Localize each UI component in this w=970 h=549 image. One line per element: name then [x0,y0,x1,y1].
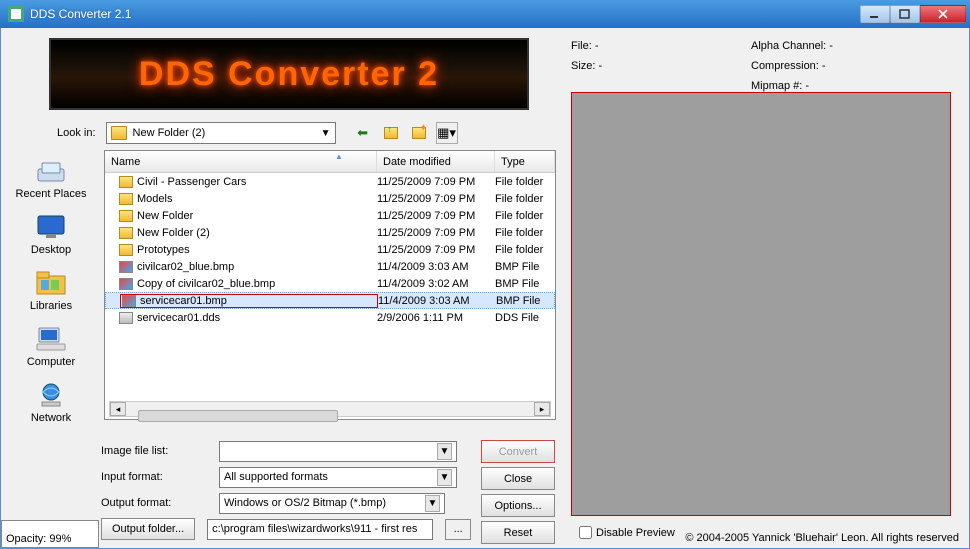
image-file-list-label: Image file list: [101,445,213,457]
places-bar: Recent Places Desktop Libraries Computer… [15,156,87,436]
bmp-icon [119,261,133,273]
folder-icon [119,210,133,222]
output-format-combobox[interactable]: Windows or OS/2 Bitmap (*.bmp) ▼ [219,493,445,514]
titlebar[interactable]: DDS Converter 2.1 [0,0,970,28]
convert-button[interactable]: Convert [481,440,555,463]
view-menu-button[interactable]: ▦▾ [436,122,458,144]
output-format-label: Output format: [101,497,213,509]
bmp-icon [122,295,136,307]
horizontal-scrollbar[interactable]: ◂ ▸ [109,401,551,417]
places-desktop[interactable]: Desktop [15,212,87,256]
input-format-label: Input format: [101,471,213,483]
browse-button[interactable]: ... [445,519,471,540]
file-row[interactable]: Civil - Passenger Cars11/25/2009 7:09 PM… [105,173,555,190]
disable-preview-checkbox[interactable] [579,526,592,539]
file-list: ▲ Name Date modified Type Civil - Passen… [104,150,556,420]
file-row[interactable]: New Folder11/25/2009 7:09 PMFile folder [105,207,555,224]
new-folder-button[interactable]: ✦ [408,122,430,144]
folder-icon [111,126,127,140]
file-row[interactable]: Copy of civilcar02_blue.bmp11/4/2009 3:0… [105,275,555,292]
column-header-date[interactable]: Date modified [377,151,495,172]
scroll-left-button[interactable]: ◂ [110,402,126,416]
image-file-list-combobox[interactable]: ▼ [219,441,457,462]
preview-panel [571,92,951,516]
scroll-right-button[interactable]: ▸ [534,402,550,416]
places-computer[interactable]: Computer [15,324,87,368]
recent-places-icon [33,156,69,186]
app-banner: DDS Converter 2 [49,38,529,110]
up-folder-button[interactable]: ↑ [380,122,402,144]
lookin-label: Look in: [57,127,96,139]
app-icon [8,6,24,22]
chevron-down-icon: ▼ [437,469,452,486]
lookin-combobox[interactable]: New Folder (2) ▼ [106,122,336,144]
output-folder-button[interactable]: Output folder... [101,518,195,540]
folder-icon [119,244,133,256]
folder-icon [119,193,133,205]
places-network[interactable]: Network [15,380,87,424]
reset-button[interactable]: Reset [481,521,555,544]
folder-icon [119,227,133,239]
desktop-icon [33,212,69,242]
libraries-icon [33,268,69,298]
file-row[interactable]: civilcar02_blue.bmp11/4/2009 3:03 AMBMP … [105,258,555,275]
chevron-down-icon: ▼ [437,443,452,460]
options-button[interactable]: Options... [481,494,555,517]
computer-icon [33,324,69,354]
disable-preview-label: Disable Preview [596,527,675,539]
places-recent[interactable]: Recent Places [15,156,87,200]
back-button[interactable]: ⬅ [352,122,374,144]
input-format-combobox[interactable]: All supported formats ▼ [219,467,457,488]
sort-ascending-icon: ▲ [335,152,343,161]
folder-icon [119,176,133,188]
copyright-text: © 2004-2005 Yannick 'Bluehair' Leon. All… [685,532,959,544]
file-row[interactable]: servicecar01.dds2/9/2006 1:11 PMDDS File [105,309,555,326]
opacity-indicator: Opacity: 99% [1,520,99,548]
minimize-button[interactable] [860,5,890,23]
file-row[interactable]: servicecar01.bmp11/4/2009 3:03 AMBMP Fil… [105,292,555,309]
file-info-panel: File: - Size: - Alpha Channel: - Compres… [571,40,949,100]
close-dialog-button[interactable]: Close [481,467,555,490]
file-row[interactable]: Prototypes11/25/2009 7:09 PMFile folder [105,241,555,258]
chevron-down-icon: ▼ [425,495,440,512]
maximize-button[interactable] [890,5,920,23]
file-row[interactable]: Models11/25/2009 7:09 PMFile folder [105,190,555,207]
output-folder-field[interactable]: c:\program files\wizardworks\911 - first… [207,519,433,540]
chevron-down-icon: ▼ [321,128,331,139]
scroll-thumb[interactable] [138,410,338,422]
column-header-type[interactable]: Type [495,151,555,172]
file-row[interactable]: New Folder (2)11/25/2009 7:09 PMFile fol… [105,224,555,241]
places-libraries[interactable]: Libraries [15,268,87,312]
network-icon [33,380,69,410]
close-button[interactable] [920,5,966,23]
window-title: DDS Converter 2.1 [30,7,860,21]
dds-icon [119,312,133,324]
bmp-icon [119,278,133,290]
